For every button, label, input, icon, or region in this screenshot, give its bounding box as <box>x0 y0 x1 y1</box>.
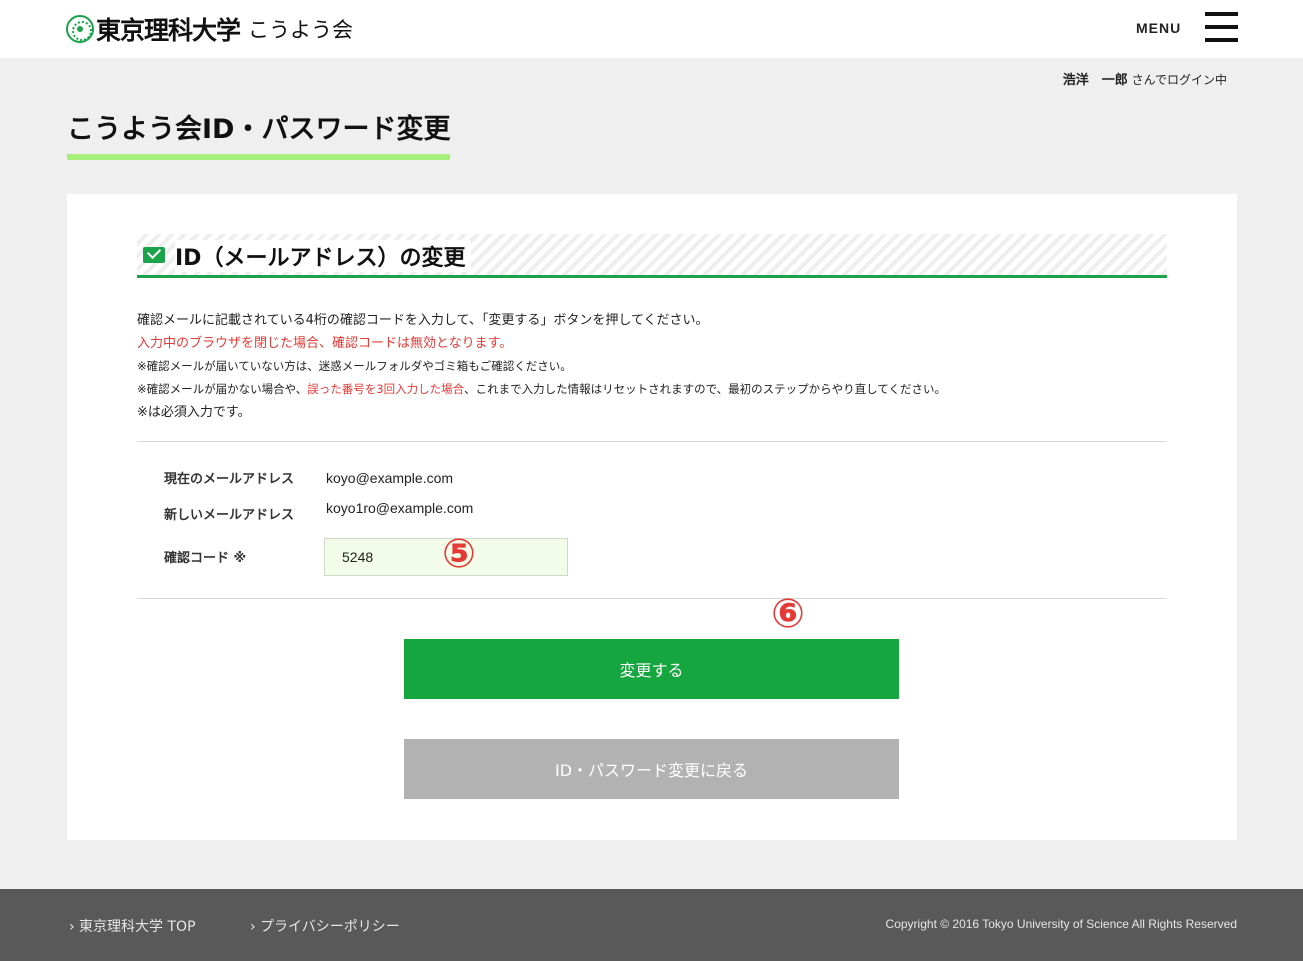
instruction-note-reset: ※確認メールが届かない場合や、誤った番号を3回入力した場合、これまで入力した情報… <box>137 378 1167 401</box>
login-status-suffix: さんでログイン中 <box>1131 73 1227 87</box>
site-footer: › 東京理科大学 TOP › プライバシーポリシー Copyright © 20… <box>0 889 1303 961</box>
instructions: 確認メールに記載されている4桁の確認コードを入力して、「変更する」ボタンを押して… <box>137 309 1167 424</box>
instruction-required: ※は必須入力です。 <box>137 405 251 420</box>
submit-change-button[interactable]: 変更する <box>404 639 899 699</box>
logo-sub: こうよう会 <box>248 18 354 42</box>
instruction-main: 確認メールに記載されている4桁の確認コードを入力して、「変更する」ボタンを押して… <box>137 313 709 328</box>
logo-emblem-icon <box>66 15 94 43</box>
hamburger-menu-icon[interactable] <box>1205 12 1238 42</box>
current-email-value: koyo@example.com <box>326 470 454 486</box>
new-email-value: koyo1ro@example.com <box>326 500 474 516</box>
menu-label[interactable]: MENU <box>1136 20 1181 36</box>
user-name: 浩洋 一郎 <box>1062 73 1128 88</box>
copyright: Copyright © 2016 Tokyo University of Sci… <box>885 917 1237 931</box>
footer-link-top[interactable]: › 東京理科大学 TOP <box>69 916 196 936</box>
note-reset-pre: ※確認メールが届かない場合や、 <box>137 382 308 396</box>
section-heading: ID（メールアドレス）の変更 <box>137 234 1167 278</box>
main-panel: ID（メールアドレス）の変更 確認メールに記載されている4桁の確認コードを入力し… <box>67 194 1237 840</box>
step5-marker: ⑤ <box>442 531 476 577</box>
divider-bottom <box>137 598 1167 599</box>
section-title: ID（メールアドレス）の変更 <box>175 240 472 272</box>
instruction-warning: 入力中のブラウザを閉じた場合、確認コードは無効となります。 <box>137 336 513 351</box>
confirmation-code-label: 確認コード ※ <box>164 551 247 566</box>
envelope-icon <box>143 247 165 263</box>
instruction-note-spam: ※確認メールが届いていない方は、迷惑メールフォルダやゴミ箱もご確認ください。 <box>137 359 572 373</box>
note-reset-red: 誤った番号を3回入力した場合 <box>307 382 465 396</box>
page-title: こうよう会ID・パスワード変更 <box>67 107 451 160</box>
site-logo[interactable]: 東京理科大学 こうよう会 <box>66 11 353 47</box>
site-header: 東京理科大学 こうよう会 MENU <box>0 0 1303 58</box>
divider-top <box>137 441 1167 442</box>
step6-marker: ⑥ <box>771 591 805 637</box>
login-status: 浩洋 一郎 さんでログイン中 <box>1063 69 1227 88</box>
back-button[interactable]: ID・パスワード変更に戻る <box>404 739 899 799</box>
footer-link-privacy[interactable]: › プライバシーポリシー <box>250 916 400 936</box>
current-email-label: 現在のメールアドレス <box>164 472 295 487</box>
logo-name: 東京理科大学 <box>96 16 241 45</box>
new-email-label: 新しいメールアドレス <box>164 508 295 523</box>
note-reset-post: 、これまで入力した情報はリセットされますので、最初のステップからやり直してくださ… <box>464 382 946 396</box>
